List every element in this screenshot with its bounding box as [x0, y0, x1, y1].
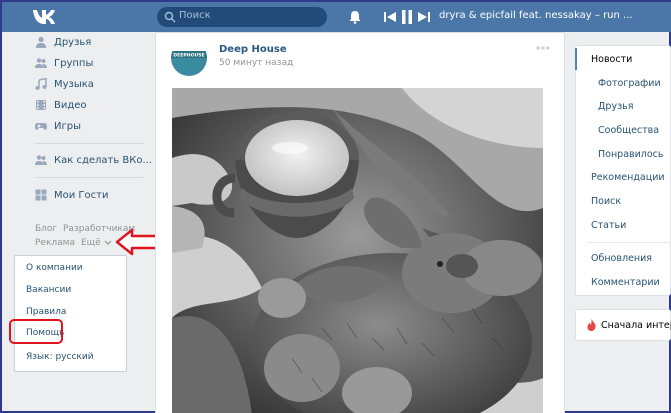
sidebar-item-guests[interactable]: Мои Гости — [35, 186, 108, 204]
notifications-bell-icon[interactable] — [348, 10, 362, 24]
filter-liked[interactable]: Понравилось — [598, 149, 664, 160]
more-label: Ещё — [81, 238, 101, 248]
filter-recommendations[interactable]: Рекомендации — [591, 172, 665, 183]
sort-interesting-first[interactable]: Сначала интере — [601, 320, 671, 331]
more-options-icon[interactable] — [536, 46, 550, 50]
music-icon — [35, 78, 47, 90]
sidebar-divider — [35, 143, 143, 144]
post-photo[interactable] — [172, 88, 543, 413]
sidebar-item-label: Видео — [54, 99, 87, 111]
filter-friends[interactable]: Друзья — [598, 101, 633, 112]
friends-icon — [36, 36, 46, 48]
footer-link-blog[interactable]: Блог — [35, 224, 57, 234]
sidebar-item-games[interactable]: Игры — [35, 117, 81, 135]
next-track-icon[interactable] — [418, 11, 430, 23]
sidebar-item-label: Как сделать ВКо... — [54, 154, 153, 166]
filter-communities[interactable]: Сообщества — [598, 125, 659, 136]
filter-search[interactable]: Поиск — [591, 196, 621, 207]
sidebar-item-app[interactable]: Как сделать ВКо... — [35, 151, 152, 169]
chevron-down-icon — [104, 240, 112, 245]
sidebar-item-groups[interactable]: Группы — [35, 54, 93, 72]
search-icon — [164, 11, 176, 23]
post-timestamp[interactable]: 50 минут назад — [219, 58, 293, 68]
dropdown-item-jobs[interactable]: Вакансии — [26, 285, 71, 295]
fire-icon — [587, 319, 596, 331]
video-icon — [36, 100, 46, 110]
filter-comments[interactable]: Комментарии — [591, 277, 660, 288]
footer-link-ads[interactable]: Реклама — [35, 238, 75, 248]
sidebar-item-label: Друзья — [54, 36, 92, 48]
sidebar-item-music[interactable]: Музыка — [35, 75, 94, 93]
previous-track-icon[interactable] — [384, 11, 396, 23]
sidebar-divider — [35, 177, 143, 178]
games-icon — [35, 123, 47, 130]
sidebar-item-friends[interactable]: Друзья — [35, 33, 91, 51]
search-field[interactable]: Поиск — [157, 7, 327, 27]
help-highlight-annotation — [9, 319, 63, 344]
groups-icon — [35, 58, 47, 68]
apps-grid-icon — [35, 189, 47, 201]
top-bar: Поиск dryra & epicfail feat. nessakay – … — [2, 2, 671, 32]
avatar-text: DEEPHOUSE — [173, 53, 204, 59]
vk-logo[interactable] — [32, 6, 58, 28]
filter-articles[interactable]: Статьи — [591, 220, 626, 231]
now-playing-track[interactable]: dryra & epicfail feat. nessakay – run ..… — [439, 10, 671, 21]
pause-icon[interactable] — [402, 10, 412, 24]
sidebar-item-label: Игры — [54, 120, 81, 132]
footer-more-button[interactable]: Ещё — [81, 238, 112, 248]
active-indicator — [575, 48, 577, 70]
dropdown-item-language[interactable]: Язык: русский — [26, 352, 94, 362]
group-avatar[interactable]: DEEPHOUSE — [171, 40, 207, 76]
sidebar-item-video[interactable]: Видео — [35, 96, 87, 114]
search-placeholder: Поиск — [179, 10, 211, 21]
dropdown-item-about[interactable]: О компании — [26, 263, 83, 273]
app-users-icon — [35, 155, 47, 165]
sidebar-item-label: Мои Гости — [54, 189, 109, 201]
menu-divider — [587, 242, 671, 243]
sidebar-item-label: Группы — [54, 57, 94, 69]
sidebar-item-label: Музыка — [54, 78, 94, 90]
filter-updates[interactable]: Обновления — [591, 253, 652, 264]
post-group-name[interactable]: Deep House — [219, 44, 287, 55]
dropdown-item-rules[interactable]: Правила — [26, 307, 66, 317]
filter-news[interactable]: Новости — [591, 54, 632, 65]
filter-photos[interactable]: Фотографии — [598, 78, 661, 89]
